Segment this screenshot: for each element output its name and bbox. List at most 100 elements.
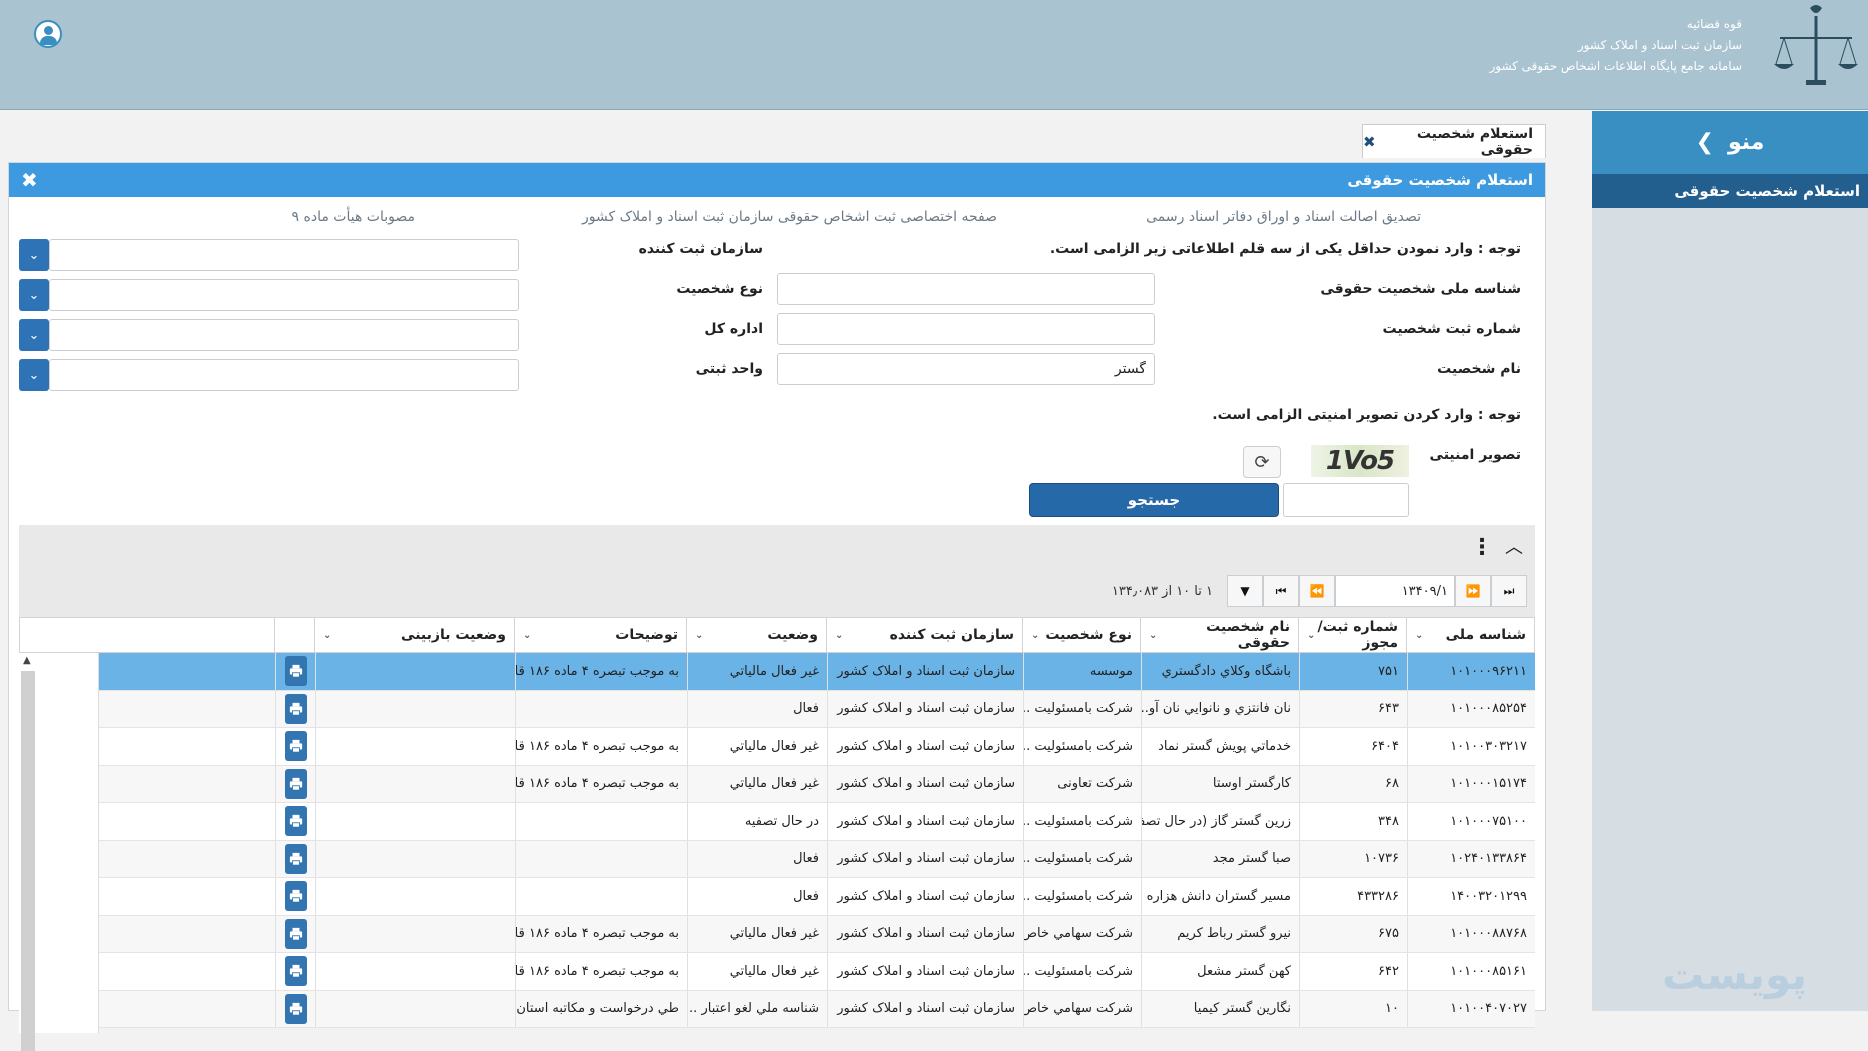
table-cell: غير فعال مالياتي	[687, 953, 827, 990]
user-avatar-icon[interactable]	[34, 20, 62, 48]
table-cell: نان فانتزي و نانوايي نان آو...	[1141, 690, 1299, 727]
table-cell: غير فعال مالياتي	[687, 915, 827, 952]
print-icon[interactable]	[284, 768, 307, 799]
scroll-track[interactable]	[21, 671, 35, 1051]
vertical-scrollbar[interactable]: ▲	[19, 653, 99, 1051]
table-row[interactable]: ۱۰۱۰۰۰۹۶۲۱۱ ۷۵۱ باشگاه وكلاي دادگستري موسسه…	[19, 653, 1535, 691]
link-article-9-resolutions[interactable]: مصوبات هیأت ماده ۹	[292, 209, 415, 225]
person-type-label: نوع شخصیت	[676, 281, 763, 297]
col-person-type[interactable]: نوع شخصیت ⌄	[1022, 618, 1140, 652]
next-page-icon[interactable]: ⏩	[1455, 575, 1491, 607]
sort-caret-icon[interactable]: ⌄	[523, 630, 531, 641]
first-page-icon[interactable]: ⏮	[1263, 575, 1299, 607]
chevron-down-icon[interactable]: ⌄	[19, 359, 49, 391]
print-icon[interactable]	[284, 956, 307, 987]
table-row[interactable]: ۱۰۱۰۰۰۸۵۱۶۱ ۶۴۲ كهن گستر مشعل شرکت بامسئولی…	[19, 953, 1535, 991]
table-cell: ۶۴۰۴	[1299, 728, 1407, 765]
close-panel-icon[interactable]: ✖	[21, 168, 38, 192]
person-name-input[interactable]	[777, 353, 1155, 385]
col-description[interactable]: توضیحات ⌄	[514, 618, 686, 652]
sort-caret-icon[interactable]: ⌄	[1307, 630, 1315, 641]
sidebar-item-legal-person-inquiry[interactable]: استعلام شخصیت حقوقی	[1592, 174, 1868, 208]
table-cell	[515, 803, 687, 840]
print-icon[interactable]	[284, 881, 307, 912]
col-registering-org[interactable]: سازمان ثبت کننده ⌄	[826, 618, 1022, 652]
header-line-3: سامانه جامع پایگاه اطلاعات اشخاص حقوقی ک…	[1489, 59, 1742, 73]
chevron-down-icon[interactable]: ⌄	[19, 319, 49, 351]
col-registration-number[interactable]: شماره ثبت/ مجوز ⌄	[1298, 618, 1406, 652]
chevron-down-icon[interactable]: ⌄	[19, 239, 49, 271]
col-national-id[interactable]: شناسه ملی ⌄	[1406, 618, 1534, 652]
table-cell: نگارين گستر كيميا	[1141, 990, 1299, 1027]
general-dept-select[interactable]: ⌄	[19, 319, 519, 351]
captcha-input[interactable]	[1283, 483, 1409, 517]
results-table: شناسه ملی ⌄ شماره ثبت/ مجوز ⌄ نام شخصیت حق…	[19, 617, 1535, 1028]
chevron-up-icon[interactable]: ︿	[1505, 533, 1523, 559]
table-row[interactable]: ۱۰۲۴۰۱۳۳۸۶۴ ۱۰۷۳۶ صبا گستر مجد شرکت بامسئول…	[19, 840, 1535, 878]
filter-icon[interactable]: ▼	[1227, 575, 1263, 607]
table-cell: سازمان ثبت اسناد و املاک کشور	[827, 990, 1023, 1027]
close-tab-icon[interactable]: ✖	[1363, 133, 1376, 151]
table-cell: غير فعال مالياتي	[687, 765, 827, 802]
col-review-status[interactable]: وضعیت بازبینی ⌄	[314, 618, 514, 652]
table-row[interactable]: ۱۴۰۰۳۲۰۱۲۹۹ ۴۳۳۲۸۶ مسير گستران دانش هزاره …	[19, 878, 1535, 916]
person-type-select[interactable]: ⌄	[19, 279, 519, 311]
national-id-input[interactable]	[777, 273, 1155, 305]
sort-caret-icon[interactable]: ⌄	[1415, 630, 1423, 641]
scroll-up-icon[interactable]: ▲	[23, 655, 31, 666]
search-button[interactable]: جستجو	[1029, 483, 1279, 517]
print-icon[interactable]	[284, 731, 307, 762]
table-row[interactable]: ۱۰۱۰۰۰۸۸۷۶۸ ۶۷۵ نيرو گستر رباط كريم شرکت سه…	[19, 915, 1535, 953]
table-cell: غير فعال مالياتي	[687, 653, 827, 690]
table-cell: ۱۰۱۰۰۳۰۳۲۱۷	[1407, 728, 1535, 765]
print-icon[interactable]	[284, 918, 307, 949]
sort-caret-icon[interactable]: ⌄	[323, 630, 331, 641]
registration-number-input[interactable]	[777, 313, 1155, 345]
table-cell: غير فعال مالياتي	[687, 728, 827, 765]
table-cell: به موجب تبصره ۴ ماده ۱۸۶ قا...	[515, 765, 687, 802]
refresh-captcha-icon[interactable]: ⟳	[1243, 446, 1281, 478]
previous-page-icon[interactable]: ⏪	[1299, 575, 1335, 607]
col-legal-name[interactable]: نام شخصیت حقوقی ⌄	[1140, 618, 1298, 652]
sort-caret-icon[interactable]: ⌄	[1031, 630, 1039, 641]
general-dept-box[interactable]	[49, 319, 519, 351]
person-type-box[interactable]	[49, 279, 519, 311]
link-registration-page[interactable]: صفحه اختصاصی ثبت اشخاص حقوقی سازمان ثبت …	[582, 209, 997, 225]
table-row[interactable]: ۱۰۱۰۰۳۰۳۲۱۷ ۶۴۰۴ خدماتي پويش گستر نماد شرکت…	[19, 728, 1535, 766]
table-cell: زرين گستر گاز (در حال تصف...	[1141, 803, 1299, 840]
menu-toggle[interactable]: منو ❯	[1592, 111, 1868, 174]
link-document-authenticity[interactable]: تصدیق اصالت اسناد و اوراق دفاتر اسناد رس…	[1146, 209, 1421, 225]
table-cell: ۱۰	[1299, 990, 1407, 1027]
registering-org-select[interactable]: ⌄	[19, 239, 519, 271]
table-row[interactable]: ۱۰۱۰۰۰۱۵۱۷۴ ۶۸ كارگستر اوستا شرکت تعاونی ساز…	[19, 765, 1535, 803]
registering-org-box[interactable]	[49, 239, 519, 271]
tab-legal-person-inquiry[interactable]: استعلام شخصیت حقوقی ✖	[1362, 124, 1546, 158]
registration-unit-select[interactable]: ⌄	[19, 359, 519, 391]
last-page-icon[interactable]: ⏭	[1491, 575, 1527, 607]
print-icon[interactable]	[284, 843, 307, 874]
total-pages: /۱۳۴۰۹	[1401, 583, 1442, 599]
sort-caret-icon[interactable]: ⌄	[835, 630, 843, 641]
print-icon[interactable]	[284, 993, 307, 1024]
table-cell: طي درخواست و مكاتبه استان...	[515, 990, 687, 1027]
sort-caret-icon[interactable]: ⌄	[1149, 630, 1157, 641]
print-cell	[275, 653, 315, 690]
print-icon[interactable]	[284, 693, 307, 724]
registration-unit-box[interactable]	[49, 359, 519, 391]
table-cell: به موجب تبصره ۴ ماده ۱۸۶ قا...	[515, 653, 687, 690]
table-row[interactable]: ۱۰۱۰۰۴۰۷۰۲۷ ۱۰ نگارين گستر كيميا شرکت سهامي…	[19, 990, 1535, 1028]
table-row[interactable]: ۱۰۱۰۰۰۷۵۱۰۰۳۴۸زرين گستر گاز (در حال تصف.…	[19, 803, 1535, 841]
page-number: ۱	[1441, 583, 1448, 599]
sort-caret-icon[interactable]: ⌄	[695, 630, 703, 641]
table-cell: به موجب تبصره ۴ ماده ۱۸۶ قا...	[515, 915, 687, 952]
table-row[interactable]: ۱۰۱۰۰۰۸۵۲۵۴ ۶۴۳ نان فانتزي و نانوايي نان آ…	[19, 690, 1535, 728]
print-icon[interactable]	[284, 656, 307, 687]
page-number-input[interactable]: ۱ /۱۳۴۰۹	[1335, 575, 1455, 607]
print-icon[interactable]	[284, 806, 307, 837]
table-cell: ۱۰۱۰۰۰۹۶۲۱۱	[1407, 653, 1535, 690]
more-options-icon[interactable]: ⋮	[1471, 535, 1493, 560]
chevron-down-icon[interactable]: ⌄	[19, 279, 49, 311]
table-cell: ۴۳۳۲۸۶	[1299, 878, 1407, 915]
print-cell	[275, 878, 315, 915]
col-status[interactable]: وضعیت ⌄	[686, 618, 826, 652]
